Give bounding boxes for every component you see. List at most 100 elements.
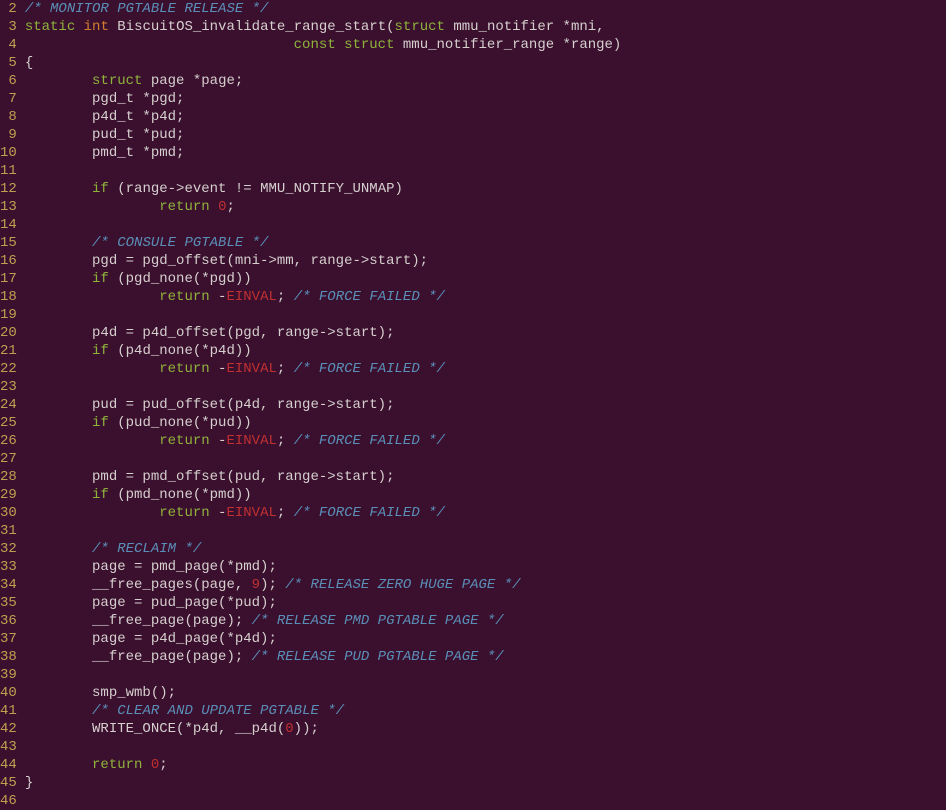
code-line[interactable]: page = pud_page(*pud); [25,594,622,612]
token [336,37,344,53]
token [25,487,92,503]
token: /* MONITOR PGTABLE RELEASE */ [25,1,269,17]
token: (p4d_none(*p4d)) [109,343,252,359]
token: if [92,415,109,431]
token [25,757,92,773]
code-line[interactable]: page = p4d_page(*p4d); [25,630,622,648]
token [25,415,92,431]
code-line[interactable]: { [25,54,622,72]
code-line[interactable]: pmd_t *pmd; [25,144,622,162]
code-line[interactable]: pmd = pmd_offset(pud, range->start); [25,468,622,486]
token: if [92,487,109,503]
code-line[interactable]: return 0; [25,756,622,774]
token: return [159,199,209,215]
line-number: 38 [0,648,17,666]
token: pmd = pmd_offset(pud, range->start); [25,469,395,485]
code-line[interactable]: if (p4d_none(*p4d)) [25,342,622,360]
code-line[interactable] [25,216,622,234]
token: ; [277,433,294,449]
code-line[interactable]: __free_pages(page, 9); /* RELEASE ZERO H… [25,576,622,594]
line-number: 25 [0,414,17,432]
code-line[interactable]: if (pmd_none(*pmd)) [25,486,622,504]
code-line[interactable]: return -EINVAL; /* FORCE FAILED */ [25,504,622,522]
code-line[interactable] [25,522,622,540]
code-line[interactable] [25,306,622,324]
code-line[interactable] [25,666,622,684]
token [25,289,159,305]
line-number: 26 [0,432,17,450]
code-line[interactable] [25,738,622,756]
token [25,433,159,449]
code-line[interactable]: /* CONSULE PGTABLE */ [25,234,622,252]
line-number: 6 [0,72,17,90]
code-line[interactable]: if (pgd_none(*pgd)) [25,270,622,288]
token [75,19,83,35]
code-line[interactable]: if (range->event != MMU_NOTIFY_UNMAP) [25,180,622,198]
code-line[interactable]: return -EINVAL; /* FORCE FAILED */ [25,432,622,450]
line-number: 39 [0,666,17,684]
token: mmu_notifier_range *range) [395,37,622,53]
code-line[interactable]: WRITE_ONCE(*p4d, __p4d(0)); [25,720,622,738]
token: /* RELEASE PMD PGTABLE PAGE */ [252,613,504,629]
token: /* FORCE FAILED */ [294,361,445,377]
code-line[interactable] [25,792,622,810]
line-number: 31 [0,522,17,540]
code-line[interactable]: if (pud_none(*pud)) [25,414,622,432]
token [25,181,92,197]
line-number: 19 [0,306,17,324]
code-line[interactable]: page = pmd_page(*pmd); [25,558,622,576]
code-line[interactable]: return -EINVAL; /* FORCE FAILED */ [25,360,622,378]
token: 0 [151,757,159,773]
code-area[interactable]: /* MONITOR PGTABLE RELEASE */static int … [23,0,622,810]
line-number: 12 [0,180,17,198]
code-line[interactable]: /* RECLAIM */ [25,540,622,558]
code-line[interactable]: /* MONITOR PGTABLE RELEASE */ [25,0,622,18]
code-line[interactable]: return 0; [25,198,622,216]
token: - [210,433,227,449]
token: pgd_t *pgd; [25,91,185,107]
line-number: 18 [0,288,17,306]
line-number: 27 [0,450,17,468]
token: EINVAL [226,361,276,377]
line-number: 3 [0,18,17,36]
code-line[interactable] [25,450,622,468]
code-line[interactable]: } [25,774,622,792]
code-line[interactable]: pud = pud_offset(p4d, range->start); [25,396,622,414]
token: 0 [285,721,293,737]
code-line[interactable]: pgd_t *pgd; [25,90,622,108]
line-number: 14 [0,216,17,234]
token: - [210,361,227,377]
token: WRITE_ONCE(*p4d, __p4d( [25,721,285,737]
token: if [92,181,109,197]
code-line[interactable]: p4d_t *p4d; [25,108,622,126]
line-number: 44 [0,756,17,774]
code-line[interactable]: struct page *page; [25,72,622,90]
code-line[interactable]: static int BiscuitOS_invalidate_range_st… [25,18,622,36]
code-line[interactable] [25,378,622,396]
code-line[interactable]: pud_t *pud; [25,126,622,144]
token: (range->event != MMU_NOTIFY_UNMAP) [109,181,403,197]
token [25,235,92,251]
token: int [84,19,109,35]
code-line[interactable]: const struct mmu_notifier_range *range) [25,36,622,54]
code-line[interactable]: p4d = p4d_offset(pgd, range->start); [25,324,622,342]
token: if [92,271,109,287]
line-number: 35 [0,594,17,612]
line-number: 17 [0,270,17,288]
token: /* CONSULE PGTABLE */ [92,235,268,251]
line-number: 34 [0,576,17,594]
code-line[interactable]: __free_page(page); /* RELEASE PMD PGTABL… [25,612,622,630]
code-line[interactable] [25,162,622,180]
code-line[interactable]: /* CLEAR AND UPDATE PGTABLE */ [25,702,622,720]
token: (pgd_none(*pgd)) [109,271,252,287]
token: if [92,343,109,359]
code-line[interactable]: return -EINVAL; /* FORCE FAILED */ [25,288,622,306]
code-line[interactable]: __free_page(page); /* RELEASE PUD PGTABL… [25,648,622,666]
code-line[interactable]: pgd = pgd_offset(mni->mm, range->start); [25,252,622,270]
code-line[interactable]: smp_wmb(); [25,684,622,702]
token: __free_pages(page, [25,577,252,593]
token: pmd_t *pmd; [25,145,185,161]
line-number: 10 [0,144,17,162]
token: ; [159,757,167,773]
token: /* FORCE FAILED */ [294,433,445,449]
